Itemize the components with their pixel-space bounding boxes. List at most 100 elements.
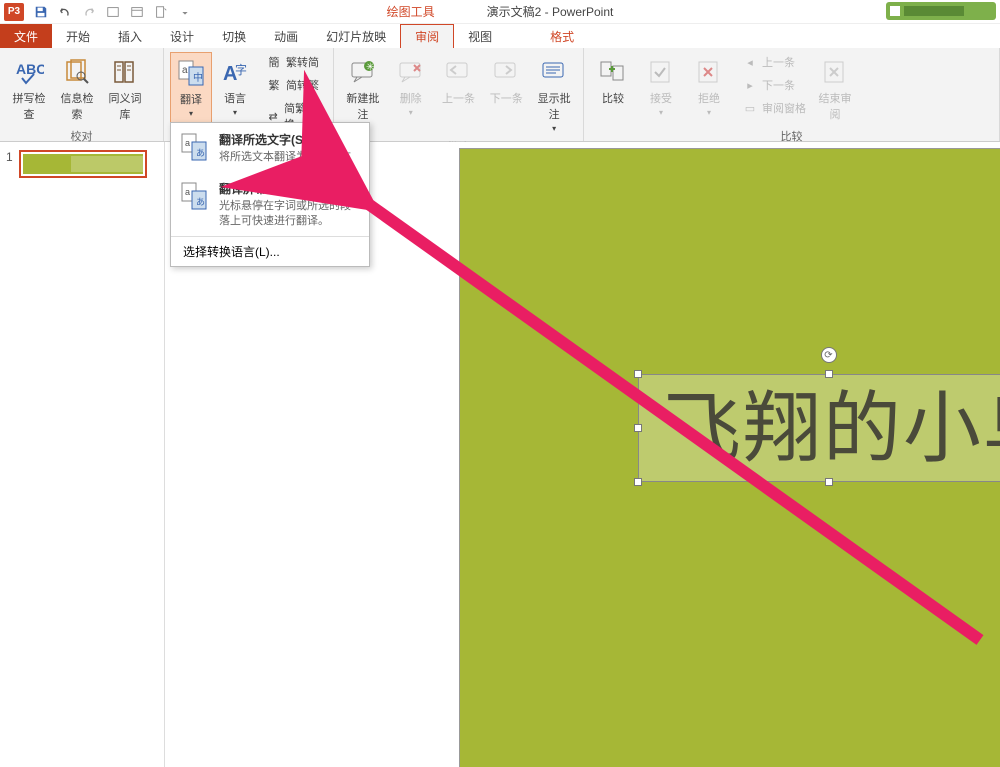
- svg-text:あ: あ: [196, 197, 205, 207]
- resize-handle[interactable]: [825, 478, 833, 486]
- translate-screentip-icon: aあ: [179, 180, 211, 212]
- spell-check-button[interactable]: ABC 拼写检查: [6, 52, 52, 126]
- app-icon[interactable]: P3: [4, 3, 24, 21]
- svg-text:✳: ✳: [366, 62, 374, 73]
- document-title: 演示文稿2 - PowerPoint: [487, 3, 614, 20]
- tab-format[interactable]: 格式: [536, 24, 588, 48]
- compare-button[interactable]: 比较: [590, 52, 636, 110]
- group-comments: ✳ 新建批注 删除 ▾ 上一条 下一条 显示批注 ▾ 批注: [334, 48, 584, 141]
- translate-selected-text-item[interactable]: aあ 翻译所选文字(S) 将所选文本翻译为不同语言: [171, 123, 369, 172]
- translate-button[interactable]: a中 翻译 ▾: [170, 52, 212, 123]
- qat-button-1[interactable]: [102, 2, 124, 22]
- tab-animation[interactable]: 动画: [260, 24, 312, 48]
- tab-review[interactable]: 审阅: [400, 24, 454, 48]
- translate-icon: a中: [175, 57, 207, 89]
- end-review-button[interactable]: 结束审阅: [812, 52, 858, 126]
- quick-access-toolbar: P3: [4, 2, 196, 22]
- chevron-down-icon: ▾: [552, 124, 556, 133]
- rev-prev-button[interactable]: ◂上一条: [738, 52, 810, 72]
- spell-check-icon: ABC: [13, 56, 45, 88]
- translate-label: 翻译: [180, 91, 202, 107]
- prev-comment-button[interactable]: 上一条: [436, 52, 482, 110]
- new-comment-button[interactable]: ✳ 新建批注: [340, 52, 386, 126]
- chevron-down-icon: ▾: [409, 108, 413, 117]
- show-comments-button[interactable]: 显示批注 ▾: [531, 52, 577, 137]
- t2s-button[interactable]: 簡繁转简: [262, 52, 327, 72]
- accept-icon: [645, 56, 677, 88]
- svg-text:字: 字: [235, 62, 247, 77]
- new-comment-label: 新建批注: [342, 90, 384, 122]
- translate-dropdown: aあ 翻译所选文字(S) 将所选文本翻译为不同语言 aあ 翻译屏幕提示(M) 光…: [170, 122, 370, 267]
- chevron-down-icon: ▾: [233, 108, 237, 117]
- compare-label: 比较: [602, 90, 624, 106]
- slide-panel[interactable]: 1: [0, 142, 165, 767]
- redo-button[interactable]: [78, 2, 100, 22]
- resize-handle[interactable]: [634, 424, 642, 432]
- svg-text:あ: あ: [196, 148, 205, 158]
- rotate-handle[interactable]: ⟳: [821, 347, 837, 363]
- review-pane-button[interactable]: ▭审阅窗格: [738, 98, 810, 118]
- rev-next-button[interactable]: ▸下一条: [738, 75, 810, 95]
- s2t-icon: 繁: [266, 78, 282, 92]
- qat-button-3[interactable]: [150, 2, 172, 22]
- tab-slideshow[interactable]: 幻灯片放映: [312, 24, 400, 48]
- resize-handle[interactable]: [634, 478, 642, 486]
- tab-home[interactable]: 开始: [52, 24, 104, 48]
- tab-view[interactable]: 视图: [454, 24, 506, 48]
- undo-button[interactable]: [54, 2, 76, 22]
- thumbnail[interactable]: [19, 150, 147, 178]
- resize-handle[interactable]: [825, 370, 833, 378]
- next-icon: ▸: [742, 78, 758, 92]
- tab-design[interactable]: 设计: [156, 24, 208, 48]
- convert-icon: ⇄: [266, 109, 280, 123]
- research-button[interactable]: 信息检索: [54, 52, 100, 126]
- select-translate-language-item[interactable]: 选择转换语言(L)...: [171, 237, 369, 266]
- svg-text:ABC: ABC: [16, 61, 44, 77]
- qat-customize[interactable]: [174, 2, 196, 22]
- translate-selected-icon: aあ: [179, 131, 211, 163]
- end-review-label: 结束审阅: [814, 90, 856, 122]
- dd-item2-title: 翻译屏幕提示(M): [219, 180, 359, 197]
- slide-thumbnail-1[interactable]: 1: [6, 150, 158, 178]
- svg-text:中: 中: [193, 71, 203, 84]
- work-area: 1 ⟳ 飞翔的小鸟: [0, 142, 1000, 767]
- qat-button-2[interactable]: [126, 2, 148, 22]
- translate-screen-tip-item[interactable]: aあ 翻译屏幕提示(M) 光标悬停在字词或所选的段落上可快速进行翻译。: [171, 172, 369, 236]
- delete-comment-icon: [395, 56, 427, 88]
- tab-insert[interactable]: 插入: [104, 24, 156, 48]
- show-comments-label: 显示批注: [533, 90, 575, 122]
- tab-transition[interactable]: 切换: [208, 24, 260, 48]
- next-comment-button[interactable]: 下一条: [483, 52, 529, 110]
- language-button[interactable]: A字 语言 ▾: [214, 52, 256, 121]
- language-label: 语言: [224, 90, 246, 106]
- svg-text:a: a: [185, 138, 190, 148]
- ribbon: ABC 拼写检查 信息检索 同义词库 校对 a中 翻译 ▾ A字 语言: [0, 48, 1000, 142]
- group-proofing: ABC 拼写检查 信息检索 同义词库 校对: [0, 48, 164, 141]
- show-comments-icon: [538, 56, 570, 88]
- reject-button[interactable]: 拒绝 ▾: [686, 52, 732, 121]
- pane-icon: ▭: [742, 101, 758, 115]
- menu-bar: 文件 开始 插入 设计 切换 动画 幻灯片放映 审阅 视图 格式: [0, 24, 1000, 48]
- title-bar: P3 绘图工具 演示文稿2 - PowerPoint: [0, 0, 1000, 24]
- accept-button[interactable]: 接受 ▾: [638, 52, 684, 121]
- svg-text:a: a: [182, 65, 188, 76]
- slide-canvas[interactable]: ⟳ 飞翔的小鸟: [459, 148, 1000, 767]
- compare-icon: [597, 56, 629, 88]
- t2s-icon: 簡: [266, 55, 282, 69]
- thesaurus-button[interactable]: 同义词库: [102, 52, 148, 126]
- dd-item1-title: 翻译所选文字(S): [219, 131, 359, 148]
- delete-comment-button[interactable]: 删除 ▾: [388, 52, 434, 121]
- slide-text[interactable]: 飞翔的小鸟: [639, 375, 1000, 483]
- text-box[interactable]: ⟳ 飞翔的小鸟: [638, 374, 1000, 482]
- new-comment-icon: ✳: [347, 56, 379, 88]
- draw-tools-label: 绘图工具: [387, 3, 435, 20]
- s2t-button[interactable]: 繁简转繁: [262, 75, 327, 95]
- thesaurus-label: 同义词库: [104, 90, 146, 122]
- tab-file[interactable]: 文件: [0, 24, 52, 48]
- end-review-icon: [819, 56, 851, 88]
- save-button[interactable]: [30, 2, 52, 22]
- prev-comment-label: 上一条: [442, 90, 475, 106]
- next-comment-icon: [490, 56, 522, 88]
- reject-label: 拒绝: [698, 90, 720, 106]
- resize-handle[interactable]: [634, 370, 642, 378]
